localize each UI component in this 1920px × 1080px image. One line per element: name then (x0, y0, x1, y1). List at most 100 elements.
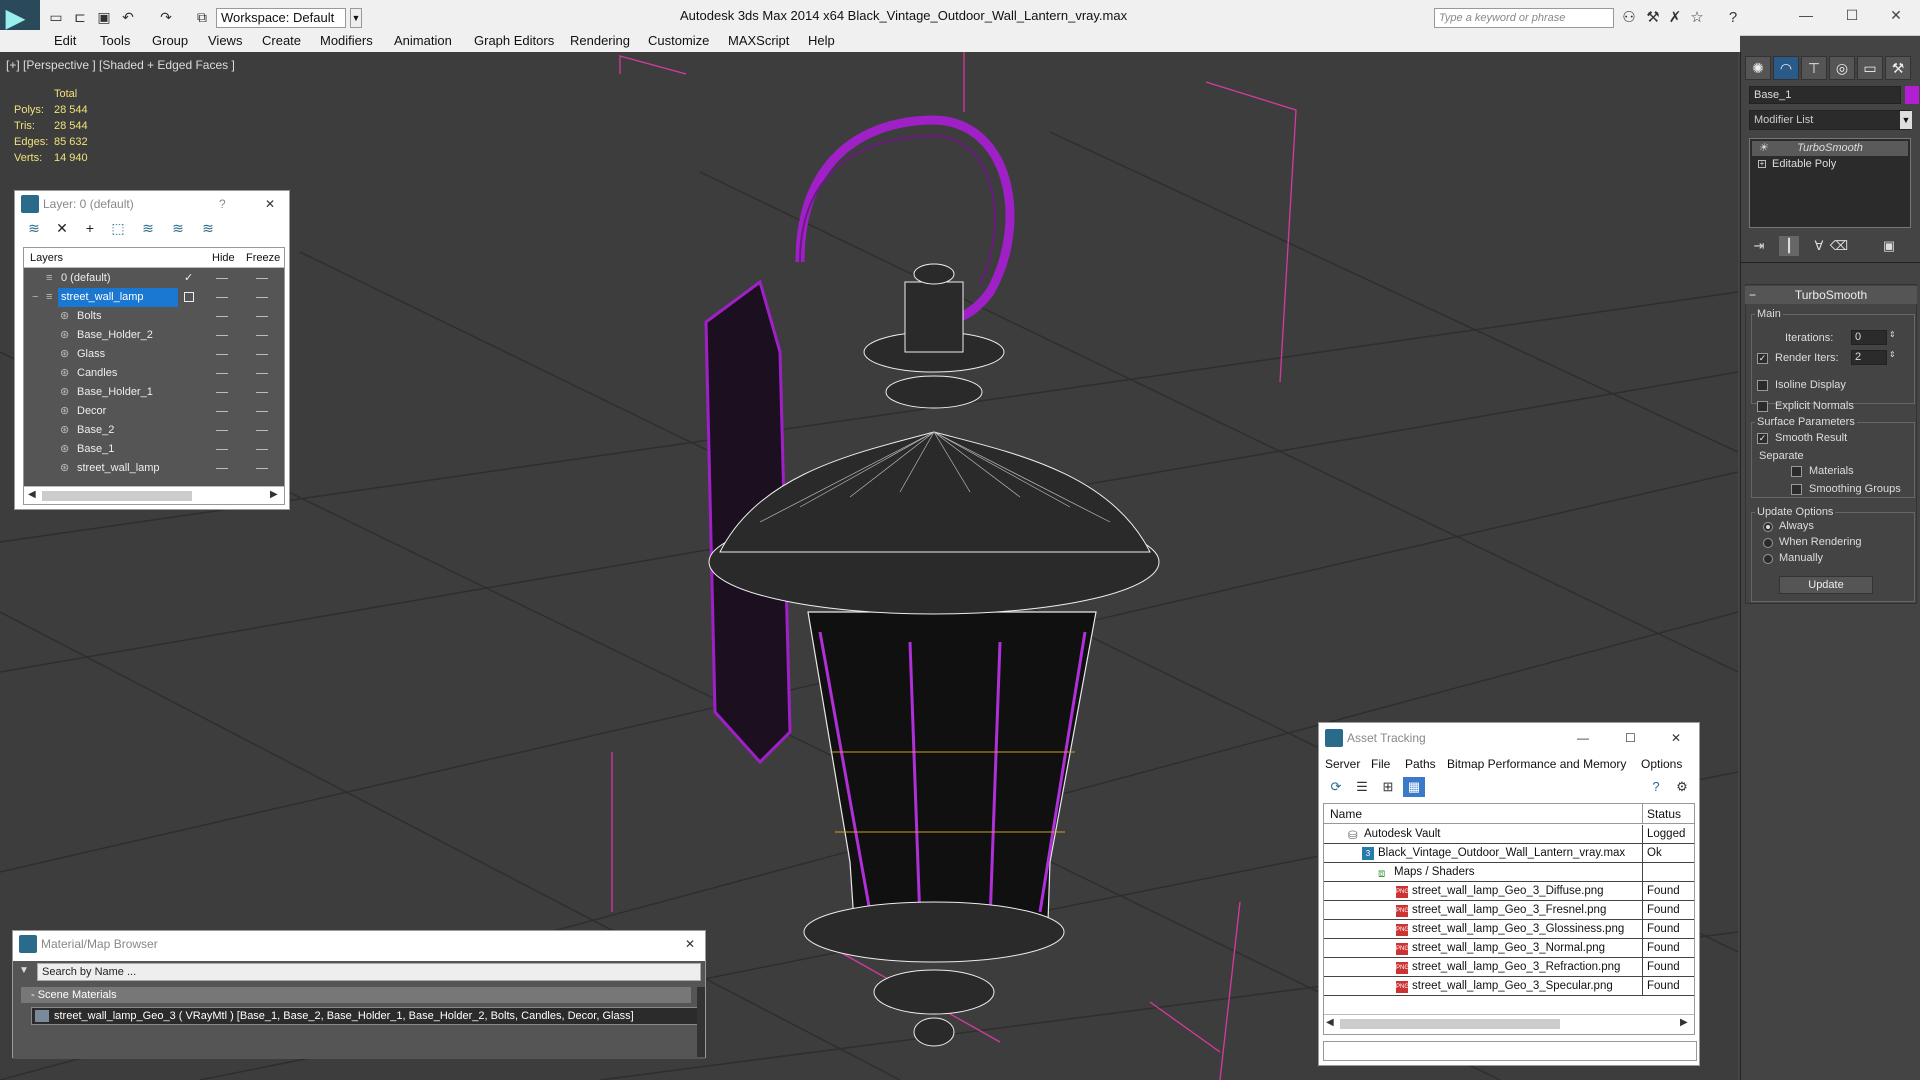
spinner-icon[interactable]: ⇕ (1889, 330, 1896, 339)
menu-create[interactable]: Create (262, 33, 301, 48)
menu-server[interactable]: Server (1325, 757, 1360, 771)
asset-row[interactable]: PNG street_wall_lamp_Geo_3_Normal.png Foun… (1324, 939, 1694, 958)
scene-materials-group[interactable]: - Scene Materials (21, 987, 691, 1003)
layer-row[interactable]: ⊛ Base_Holder_2 (24, 326, 284, 345)
object-name-field[interactable]: Base_1 (1749, 86, 1901, 104)
configure-sets-icon[interactable]: ▣ (1879, 236, 1899, 256)
column-layers[interactable]: Layers (30, 248, 63, 268)
layer-row[interactable]: ⊛ Bolts (24, 307, 284, 326)
isoline-display-checkbox[interactable] (1757, 380, 1768, 391)
layer-row[interactable]: ⊛ Base_1 (24, 440, 284, 459)
options-chevron-icon[interactable]: ▼ (19, 965, 29, 976)
remove-modifier-icon[interactable]: ⌫ (1829, 236, 1849, 256)
favorites-star-icon[interactable]: ☆ (1688, 9, 1706, 27)
menu-group[interactable]: Group (152, 33, 188, 48)
layer-row[interactable]: ⊛ Candles (24, 364, 284, 383)
material-entry[interactable]: street_wall_lamp_Geo_3 ( VRayMtl ) [Base… (31, 1007, 699, 1025)
menu-animation[interactable]: Animation (394, 33, 452, 48)
vertical-scrollbar[interactable] (697, 987, 705, 1057)
asset-row[interactable]: PNG street_wall_lamp_Geo_3_Specular.png Fo… (1324, 977, 1694, 996)
asset-row[interactable]: PNG street_wall_lamp_Geo_3_Diffuse.png Fou… (1324, 882, 1694, 901)
horizontal-scrollbar[interactable]: ◀ ▶ (1324, 1014, 1694, 1032)
viewport-label[interactable]: [+] [Perspective ] [Shaded + Edged Faces… (6, 58, 235, 72)
menu-options[interactable]: Options (1641, 757, 1682, 771)
list-view-icon[interactable]: ☰ (1351, 777, 1373, 797)
column-hide[interactable]: Hide (212, 248, 235, 268)
turbosmooth-rollout-header[interactable]: − TurboSmooth (1745, 286, 1917, 304)
manually-radio[interactable] (1763, 554, 1773, 564)
help-icon[interactable]: ? (1724, 9, 1742, 27)
scroll-left-icon[interactable]: ◀ (1326, 1017, 1334, 1028)
update-button[interactable]: Update (1779, 576, 1873, 594)
binoculars-icon[interactable]: ⚇ (1620, 9, 1638, 27)
stack-item-turbosmooth[interactable]: ☀ TurboSmooth (1752, 141, 1908, 156)
minimize-icon[interactable]: — (1786, 4, 1826, 26)
make-unique-icon[interactable]: ∀ (1809, 236, 1829, 256)
menu-views[interactable]: Views (208, 33, 242, 48)
menu-modifiers[interactable]: Modifiers (320, 33, 373, 48)
layer-row[interactable]: ⊛ Decor (24, 402, 284, 421)
asset-row[interactable]: PNG street_wall_lamp_Geo_3_Refraction.png… (1324, 958, 1694, 977)
always-radio[interactable] (1763, 522, 1773, 532)
open-file-icon[interactable]: ⊏ (72, 9, 88, 25)
modify-tab-icon[interactable]: ◠ (1773, 56, 1799, 80)
highlight-layer-icon[interactable]: ≋ (137, 219, 159, 237)
display-tab-icon[interactable]: ▭ (1857, 56, 1883, 80)
menu-rendering[interactable]: Rendering (570, 33, 630, 48)
menu-graph-editors[interactable]: Graph Editors (474, 33, 554, 48)
help-icon[interactable]: ? (219, 191, 226, 217)
menu-customize[interactable]: Customize (648, 33, 709, 48)
render-iters-spinner[interactable]: 2 (1851, 350, 1887, 365)
asset-row[interactable]: PNG street_wall_lamp_Geo_3_Fresnel.png Fou… (1324, 901, 1694, 920)
menu-bitmap-performance[interactable]: Bitmap Performance and Memory (1447, 757, 1626, 771)
layer-row[interactable]: − ≡ street_wall_lamp (24, 288, 284, 307)
asset-row[interactable]: PNG street_wall_lamp_Geo_3_Glossiness.png… (1324, 920, 1694, 939)
workspace-select[interactable]: Workspace: Default (216, 8, 346, 28)
layer-row[interactable]: ⊛ Glass (24, 345, 284, 364)
create-tab-icon[interactable]: ✺ (1745, 56, 1771, 80)
menu-edit[interactable]: Edit (54, 33, 76, 48)
layer-row[interactable]: ⊛ street_wall_lamp (24, 459, 284, 478)
modifier-list-dropdown[interactable]: Modifier List ▼ (1749, 110, 1912, 130)
when-rendering-radio[interactable] (1763, 538, 1773, 548)
settings-icon[interactable]: ⚙ (1671, 777, 1693, 797)
stack-item-editable-poly[interactable]: + Editable Poly (1752, 157, 1908, 172)
smooth-result-checkbox[interactable]: ✓ (1757, 433, 1768, 444)
motion-tab-icon[interactable]: ◎ (1829, 56, 1855, 80)
hide-all-icon[interactable]: ≋ (167, 219, 189, 237)
object-color-swatch[interactable] (1905, 86, 1919, 104)
menu-paths[interactable]: Paths (1405, 757, 1436, 771)
asset-row[interactable]: ⧈ Maps / Shaders (1324, 863, 1694, 882)
tree-view-icon[interactable]: ⊞ (1377, 777, 1399, 797)
close-icon[interactable]: ✕ (265, 191, 275, 217)
column-status[interactable]: Status (1642, 804, 1694, 824)
close-icon[interactable]: ✕ (1671, 723, 1681, 753)
utilities-tab-icon[interactable]: ⚒ (1885, 56, 1911, 80)
add-to-layer-icon[interactable]: + (79, 219, 101, 237)
scroll-right-icon[interactable]: ▶ (1680, 1017, 1688, 1028)
render-iters-checkbox[interactable]: ✓ (1757, 353, 1768, 364)
spinner-icon[interactable]: ⇕ (1889, 350, 1896, 359)
show-end-result-icon[interactable]: ┃ (1779, 236, 1799, 256)
column-freeze[interactable]: Freeze (246, 248, 280, 268)
layer-row[interactable]: ⊛ Base_2 (24, 421, 284, 440)
project-folder-icon[interactable]: ⧉ (194, 9, 210, 25)
help-icon[interactable]: ? (1645, 777, 1667, 797)
asset-row[interactable]: 3 Black_Vintage_Outdoor_Wall_Lantern_vray… (1324, 844, 1694, 863)
explicit-normals-checkbox[interactable] (1757, 401, 1768, 412)
expand-icon[interactable]: + (1758, 160, 1766, 168)
refresh-icon[interactable]: ⟳ (1325, 777, 1347, 797)
redo-icon[interactable]: ↷ (158, 9, 174, 25)
chevron-down-icon[interactable]: ▼ (350, 8, 362, 28)
asset-path-field[interactable] (1323, 1041, 1697, 1061)
column-name[interactable]: Name (1330, 804, 1362, 824)
menu-file[interactable]: File (1371, 757, 1390, 771)
create-layer-icon[interactable]: ≋ (23, 219, 45, 237)
menu-tools[interactable]: Tools (100, 33, 130, 48)
minimize-icon[interactable]: — (1577, 723, 1589, 753)
scroll-right-icon[interactable]: ▶ (270, 489, 278, 500)
scrollbar-thumb[interactable] (42, 491, 192, 501)
smoothing-groups-checkbox[interactable] (1791, 484, 1802, 495)
chevron-down-icon[interactable]: ▼ (1900, 111, 1912, 129)
undo-icon[interactable]: ↶ (120, 9, 136, 25)
